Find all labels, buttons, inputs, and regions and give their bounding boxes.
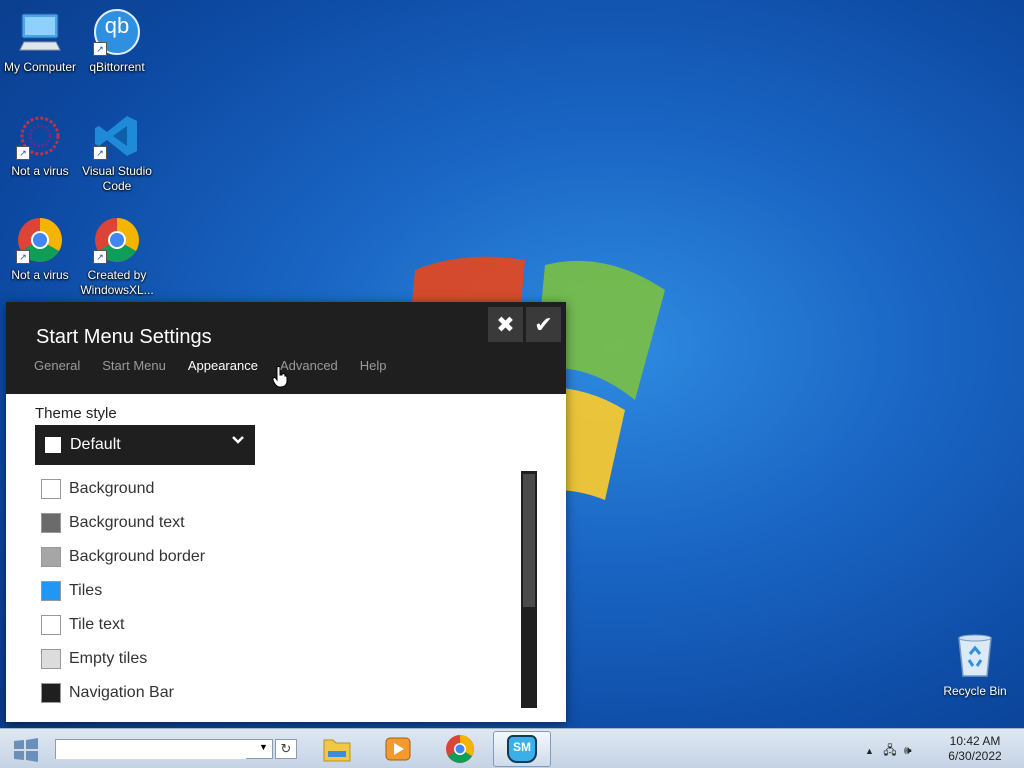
- color-option-label: Background: [69, 480, 155, 497]
- recycle-bin-label: Recycle Bin: [943, 684, 1007, 698]
- shortcut-arrow-icon: ↗: [93, 42, 107, 56]
- windows-logo-icon: [14, 738, 38, 762]
- desktop-icon-label: Not a virus: [11, 268, 69, 282]
- hand-cursor-icon: [272, 366, 288, 388]
- search-input[interactable]: [56, 741, 246, 759]
- tab-start-menu[interactable]: Start Menu: [102, 358, 166, 373]
- confirm-button[interactable]: ✔: [526, 307, 561, 342]
- system-tray: ▲ 🖧 🕪: [865, 741, 912, 762]
- desktop-icon-qbittorrent[interactable]: qb ↗ qBittorrent: [77, 8, 157, 75]
- color-option-label: Tile text: [69, 616, 125, 633]
- desktop-icon-my-computer[interactable]: My Computer: [0, 8, 80, 75]
- desktop-icon-label: Created by WindowsXL...: [80, 268, 154, 297]
- volume-icon[interactable]: 🕪: [904, 743, 912, 757]
- vscode-icon: ↗: [93, 112, 141, 160]
- desktop-icon-label: Visual Studio Code: [82, 164, 152, 193]
- network-icon[interactable]: 🖧: [883, 743, 896, 757]
- desktop-icon-created-by-windowsxl[interactable]: ↗ Created by WindowsXL...: [77, 216, 157, 298]
- close-button[interactable]: ✖: [488, 307, 523, 342]
- color-swatch[interactable]: [41, 479, 61, 499]
- qbittorrent-glyph: qb: [104, 13, 130, 38]
- sm-app-glyph: SM: [513, 740, 531, 754]
- color-swatch[interactable]: [41, 649, 61, 669]
- color-swatch[interactable]: [41, 513, 61, 533]
- tab-general[interactable]: General: [34, 358, 80, 373]
- taskbar: ▼ ↻ SM ▲ 🖧 🕪 10:42 AM 6/30/2022: [0, 728, 1024, 768]
- taskbar-file-explorer[interactable]: [308, 731, 366, 767]
- shortcut-arrow-icon: ↗: [16, 146, 30, 160]
- start-menu-settings-window: Start Menu Settings ✖ ✔ General Start Me…: [6, 302, 566, 722]
- virus-icon: ↗: [16, 112, 64, 160]
- refresh-button[interactable]: ↻: [275, 739, 297, 759]
- desktop-icon-vscode[interactable]: ↗ Visual Studio Code: [77, 112, 157, 194]
- close-icon: ✖: [496, 312, 515, 337]
- clock[interactable]: 10:42 AM 6/30/2022: [940, 734, 1010, 764]
- shortcut-arrow-icon: ↗: [16, 250, 30, 264]
- color-option-label: Background border: [69, 548, 206, 565]
- color-swatch[interactable]: [41, 547, 61, 567]
- chrome-icon: ↗: [93, 216, 141, 264]
- desktop-icon-label: Not a virus: [11, 164, 69, 178]
- shortcut-arrow-icon: ↗: [93, 146, 107, 160]
- taskbar-media-player[interactable]: [369, 731, 427, 767]
- color-swatch[interactable]: [41, 581, 61, 601]
- checkmark-icon: ✔: [534, 312, 553, 337]
- color-option-label: Navigation Bar: [69, 684, 174, 701]
- search-box[interactable]: ▼: [55, 739, 273, 759]
- chrome-icon: [446, 735, 474, 763]
- scrollbar[interactable]: [521, 471, 537, 708]
- tab-appearance[interactable]: Appearance: [188, 358, 258, 373]
- settings-tabs: General Start Menu Appearance Advanced H…: [34, 358, 387, 373]
- desktop-icon-label: My Computer: [3, 60, 77, 74]
- theme-style-dropdown[interactable]: Default: [35, 425, 255, 465]
- qbittorrent-icon: qb ↗: [93, 8, 141, 56]
- scrollbar-thumb[interactable]: [523, 474, 535, 607]
- shortcut-arrow-icon: ↗: [93, 250, 107, 264]
- media-player-icon: [385, 737, 411, 761]
- sm-app-icon: SM: [507, 735, 537, 763]
- color-option-label: Empty tiles: [69, 650, 148, 667]
- taskbar-chrome[interactable]: [431, 731, 489, 767]
- color-swatch[interactable]: [41, 615, 61, 635]
- taskbar-start-menu-app[interactable]: SM: [493, 731, 551, 767]
- desktop-icon-label: qBittorrent: [89, 60, 145, 74]
- color-swatch[interactable]: [41, 683, 61, 703]
- computer-icon: [16, 8, 64, 56]
- refresh-icon: ↻: [280, 741, 292, 756]
- tab-advanced[interactable]: Advanced: [280, 358, 338, 373]
- recycle-bin-icon: [951, 632, 999, 680]
- chevron-down-icon: [231, 433, 245, 452]
- desktop-icon-not-a-virus-1[interactable]: ↗ Not a virus: [0, 112, 80, 179]
- clock-date: 6/30/2022: [948, 749, 1002, 763]
- color-option-label: Background text: [69, 514, 185, 531]
- show-hidden-icons-icon[interactable]: ▲: [865, 746, 874, 756]
- dropdown-arrow-icon[interactable]: ▼: [259, 742, 268, 752]
- start-button[interactable]: [10, 737, 42, 763]
- color-option-label: Tiles: [69, 582, 103, 599]
- settings-title: Start Menu Settings: [36, 326, 212, 348]
- folder-icon: [323, 739, 351, 762]
- desktop-icon-not-a-virus-2[interactable]: ↗ Not a virus: [0, 216, 80, 283]
- theme-style-label: Theme style: [35, 405, 117, 422]
- desktop-icon-recycle-bin[interactable]: Recycle Bin: [935, 632, 1015, 698]
- tab-help[interactable]: Help: [360, 358, 387, 373]
- clock-time: 10:42 AM: [949, 734, 1001, 748]
- chrome-icon: ↗: [16, 216, 64, 264]
- theme-style-value: Default: [70, 436, 121, 453]
- theme-color-swatch: [45, 437, 61, 453]
